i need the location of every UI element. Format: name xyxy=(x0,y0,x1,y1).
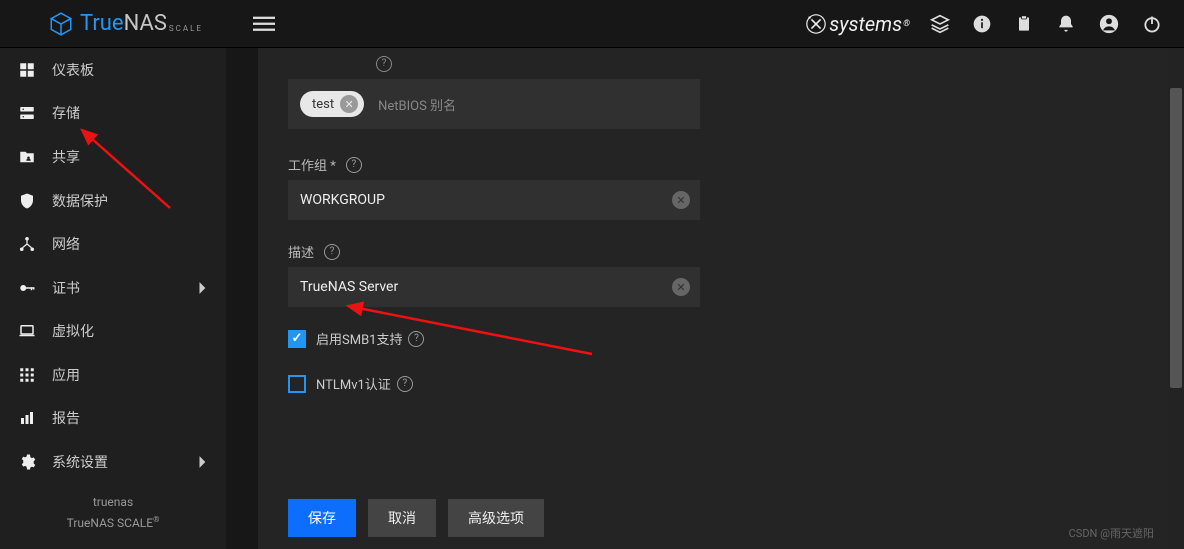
sidebar-item-dashboard[interactable]: 仪表板 xyxy=(0,48,226,92)
workgroup-label: 工作组 * xyxy=(288,155,336,174)
dashboard-icon xyxy=(18,61,52,79)
sidebar-item-reporting[interactable]: 报告 xyxy=(0,397,226,441)
ix-reg: ® xyxy=(903,19,910,29)
sidebar-item-label: 证书 xyxy=(52,278,198,298)
brand-nas: NAS xyxy=(124,11,167,36)
chevron-right-icon xyxy=(198,281,208,295)
netbios-chip: test ✕ xyxy=(300,91,364,117)
topbar: TrueNAS SCALE systems® xyxy=(0,0,1184,48)
scrollbar[interactable] xyxy=(1168,48,1184,549)
sidebar-item-virtualization[interactable]: 虚拟化 xyxy=(0,309,226,353)
sidebar-item-system[interactable]: 系统设置 xyxy=(0,440,226,484)
apps-icon xyxy=(18,366,52,384)
brand-true: True xyxy=(80,11,124,36)
brand-logo[interactable]: TrueNAS SCALE xyxy=(10,11,203,37)
workgroup-input[interactable] xyxy=(288,180,700,220)
chart-icon xyxy=(18,409,52,427)
sidebar: 仪表板 存储 共享 数据保护 网络 证书 虚拟化 应用 xyxy=(0,48,226,549)
clear-icon[interactable]: ✕ xyxy=(672,278,690,296)
help-icon[interactable]: ? xyxy=(376,56,392,72)
button-row: 保存 取消 高级选项 xyxy=(288,499,544,537)
shield-icon xyxy=(18,192,52,210)
help-icon[interactable]: ? xyxy=(324,244,340,260)
ix-text: systems xyxy=(829,12,902,36)
key-icon xyxy=(18,279,52,297)
ntlm-label: NTLMv1认证 xyxy=(316,374,391,393)
clipboard-icon[interactable] xyxy=(1014,14,1034,34)
smb1-row: 启用SMB1支持 ? xyxy=(288,329,1146,348)
account-icon[interactable] xyxy=(1098,13,1120,35)
workgroup-field: 工作组 * ? ✕ xyxy=(288,155,1146,220)
scrollbar-thumb[interactable] xyxy=(1170,88,1182,388)
smb1-checkbox[interactable] xyxy=(288,330,306,348)
sidebar-item-label: 数据保护 xyxy=(52,191,208,211)
sidebar-item-dataprotection[interactable]: 数据保护 xyxy=(0,179,226,223)
help-icon[interactable]: ? xyxy=(408,331,424,347)
cancel-button[interactable]: 取消 xyxy=(368,499,436,537)
sidebar-item-label: 仪表板 xyxy=(52,60,208,80)
description-field: 描述 ? ✕ xyxy=(288,242,1146,307)
laptop-icon xyxy=(18,322,52,340)
netbios-alias-placeholder: NetBIOS 别名 xyxy=(378,95,456,114)
storage-icon xyxy=(18,104,52,122)
main-content: NetBIOS 别名 ? test ✕ NetBIOS 别名 工作组 * ? xyxy=(226,48,1184,549)
footer-hostname: truenas xyxy=(0,492,226,514)
layers-icon[interactable] xyxy=(930,14,950,34)
chip-text: test xyxy=(312,97,334,112)
netbios-alias-input[interactable]: test ✕ NetBIOS 别名 xyxy=(288,79,700,129)
sidebar-item-credentials[interactable]: 证书 xyxy=(0,266,226,310)
folder-shared-icon xyxy=(18,148,52,166)
description-label: 描述 xyxy=(288,242,314,261)
form-panel: NetBIOS 别名 ? test ✕ NetBIOS 别名 工作组 * ? xyxy=(258,48,1176,549)
sidebar-item-label: 共享 xyxy=(52,147,208,167)
ntlm-row: NTLMv1认证 ? xyxy=(288,374,1146,393)
sidebar-item-label: 应用 xyxy=(52,365,208,385)
save-button[interactable]: 保存 xyxy=(288,499,356,537)
sidebar-item-network[interactable]: 网络 xyxy=(0,222,226,266)
sidebar-item-label: 报告 xyxy=(52,408,208,428)
brand-scale: SCALE xyxy=(169,24,203,33)
chip-remove-icon[interactable]: ✕ xyxy=(340,95,358,113)
sidebar-item-label: 存储 xyxy=(52,103,208,123)
clear-icon[interactable]: ✕ xyxy=(672,191,690,209)
sidebar-item-shares[interactable]: 共享 xyxy=(0,135,226,179)
topbar-actions xyxy=(930,13,1162,35)
smb1-label: 启用SMB1支持 xyxy=(316,329,402,348)
ntlm-checkbox[interactable] xyxy=(288,375,306,393)
sidebar-item-label: 网络 xyxy=(52,234,208,254)
logo-cube-icon xyxy=(48,11,74,37)
sidebar-item-label: 虚拟化 xyxy=(52,321,208,341)
bell-icon[interactable] xyxy=(1056,14,1076,34)
power-icon[interactable] xyxy=(1142,14,1162,34)
sidebar-item-label: 系统设置 xyxy=(52,452,198,472)
sidebar-footer: truenas TrueNAS SCALE® xyxy=(0,484,226,549)
sidebar-item-apps[interactable]: 应用 xyxy=(0,353,226,397)
watermark: CSDN @雨天遮阳 xyxy=(1069,525,1154,541)
ixsystems-logo[interactable]: systems® xyxy=(805,12,910,36)
footer-product: TrueNAS SCALE® xyxy=(0,513,226,535)
advanced-button[interactable]: 高级选项 xyxy=(448,499,544,537)
gear-icon xyxy=(18,453,52,471)
chevron-right-icon xyxy=(198,455,208,469)
sidebar-item-storage[interactable]: 存储 xyxy=(0,92,226,136)
description-input[interactable] xyxy=(288,267,700,307)
help-icon[interactable]: ? xyxy=(397,376,413,392)
menu-toggle-icon[interactable] xyxy=(253,13,275,35)
info-icon[interactable] xyxy=(972,14,992,34)
network-icon xyxy=(18,235,52,253)
help-icon[interactable]: ? xyxy=(346,157,362,173)
